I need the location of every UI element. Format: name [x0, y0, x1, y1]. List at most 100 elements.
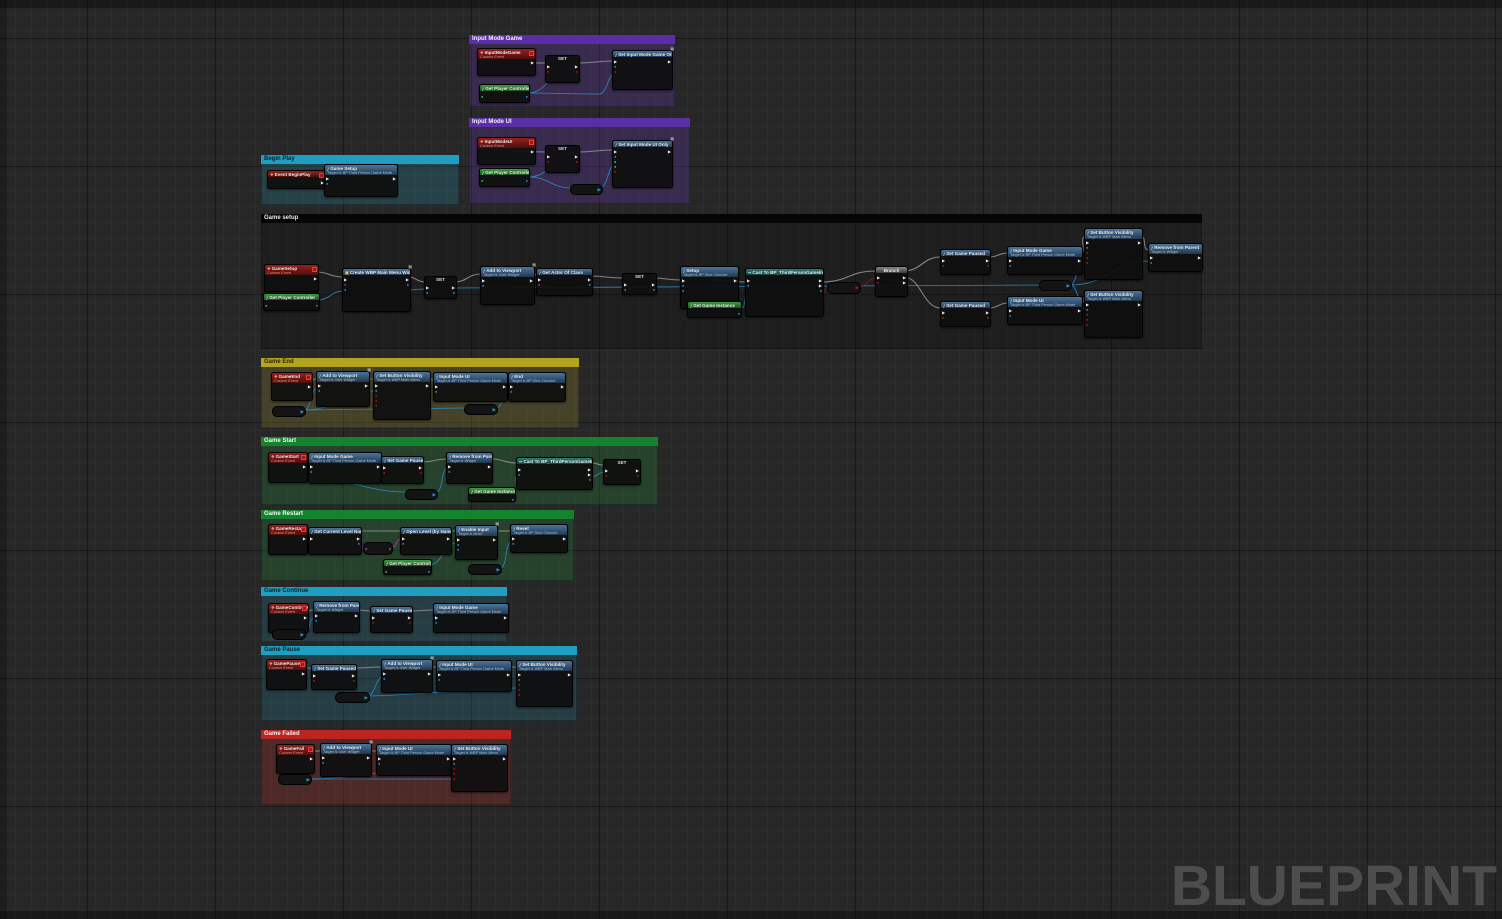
- event-node-gamestart[interactable]: ❖GameStartCustom Event▶: [268, 452, 308, 483]
- data-pin[interactable]: ●: [315, 619, 317, 623]
- data-pin[interactable]: ▶: [307, 777, 310, 782]
- data-pin[interactable]: ●: [372, 621, 374, 625]
- exec-pin[interactable]: ▶: [435, 385, 438, 389]
- exec-pin[interactable]: ▶: [510, 385, 513, 389]
- reroute-node[interactable]: ▶: [1039, 280, 1072, 291]
- exec-pin[interactable]: ▶: [1086, 303, 1089, 307]
- function-node-set-game-paused[interactable]: ƒSet Game Paused▶●▶●: [940, 249, 991, 275]
- exec-pin[interactable]: ▶: [314, 277, 317, 281]
- comment-title-bar[interactable]: Game setup: [261, 214, 1202, 223]
- data-pin[interactable]: ●: [637, 474, 639, 478]
- comment-title-bar[interactable]: Begin Play: [261, 155, 459, 164]
- data-pin[interactable]: ●: [344, 288, 346, 292]
- data-pin[interactable]: ●: [453, 777, 455, 781]
- data-pin[interactable]: ●: [316, 304, 318, 308]
- delegate-pin-icon[interactable]: [301, 527, 306, 532]
- exec-pin[interactable]: ▶: [1150, 256, 1153, 260]
- data-pin[interactable]: ●: [310, 470, 312, 474]
- data-pin[interactable]: ●: [383, 677, 385, 681]
- comment-title-bar[interactable]: Game Continue: [261, 587, 507, 596]
- exec-pin[interactable]: ▶: [942, 311, 945, 315]
- exec-pin[interactable]: ▶: [877, 276, 880, 280]
- data-pin[interactable]: ●: [435, 621, 437, 625]
- pure-function-node-get-player-controller[interactable]: ƒGet Player Controller●●: [263, 293, 320, 311]
- data-pin[interactable]: ●: [1086, 318, 1088, 322]
- data-pin[interactable]: ●: [482, 284, 484, 288]
- exec-pin[interactable]: ▶: [372, 616, 375, 620]
- data-pin[interactable]: ●: [1086, 251, 1088, 255]
- comment-title-bar[interactable]: Game Failed: [261, 730, 511, 739]
- data-pin[interactable]: ●: [1150, 261, 1152, 265]
- set-variable-node[interactable]: SET▶●▶●: [545, 55, 580, 83]
- function-node-set-button-visibility[interactable]: ƒSet Button VisibilityTarget is WBP Main…: [373, 371, 431, 420]
- data-pin[interactable]: ●: [512, 542, 514, 546]
- exec-pin[interactable]: ▶: [448, 465, 451, 469]
- exec-pin[interactable]: ▶: [942, 259, 945, 263]
- data-pin[interactable]: ▶: [497, 567, 500, 572]
- exec-pin[interactable]: ▶: [588, 473, 591, 477]
- exec-pin[interactable]: ▶: [426, 286, 429, 290]
- exec-pin[interactable]: ▶: [383, 672, 386, 676]
- data-pin[interactable]: ●: [457, 548, 459, 552]
- data-pin[interactable]: ●: [375, 399, 377, 403]
- data-pin[interactable]: ●: [375, 389, 377, 393]
- data-pin[interactable]: ●: [614, 160, 616, 164]
- exec-pin[interactable]: ▶: [355, 614, 358, 618]
- set-variable-node[interactable]: SET▶●▶●: [545, 145, 580, 173]
- exec-pin[interactable]: ▶: [1086, 241, 1089, 245]
- event-node-gameend[interactable]: ❖GameEndCustom Event▶: [271, 372, 313, 401]
- exec-pin[interactable]: ▶: [588, 278, 591, 282]
- function-node-set-button-visibility[interactable]: ƒSet Button VisibilityTarget is WBP Main…: [516, 660, 573, 707]
- exec-pin[interactable]: ▶: [352, 674, 355, 678]
- exec-pin[interactable]: ▶: [747, 279, 750, 283]
- exec-pin[interactable]: ▶: [636, 469, 639, 473]
- exec-pin[interactable]: ▶: [344, 278, 347, 282]
- exec-pin[interactable]: ▶: [512, 537, 515, 541]
- exec-pin[interactable]: ▶: [682, 279, 685, 283]
- exec-pin[interactable]: ▶: [614, 60, 617, 64]
- set-variable-node[interactable]: SET▶●▶●: [622, 273, 657, 295]
- exec-pin[interactable]: ▶: [393, 177, 396, 181]
- data-pin[interactable]: ●: [1086, 261, 1088, 265]
- data-pin[interactable]: ●: [353, 679, 355, 683]
- data-pin[interactable]: ●: [402, 542, 404, 546]
- function-node-input-mode-game[interactable]: ƒInput Mode GameTarget is BP Third Perso…: [308, 452, 382, 484]
- function-node-add-to-viewport[interactable]: ƒAdd to ViewportTarget is User Widget▦▶●…: [320, 743, 372, 777]
- data-pin[interactable]: ●: [624, 288, 626, 292]
- exec-pin[interactable]: ▶: [507, 673, 510, 677]
- exec-pin[interactable]: ▶: [668, 60, 671, 64]
- exec-pin[interactable]: ▶: [605, 469, 608, 473]
- pure-function-node-get-player-controller[interactable]: ƒGet Player Controller●●: [479, 84, 530, 103]
- exec-pin[interactable]: ▶: [357, 537, 360, 541]
- event-node-inputmodegame[interactable]: ❖InputModeGameCustom Event▶: [477, 48, 536, 76]
- data-pin[interactable]: ●: [526, 95, 528, 99]
- data-pin[interactable]: ●: [614, 70, 616, 74]
- data-pin[interactable]: ●: [1009, 314, 1011, 318]
- data-pin[interactable]: ●: [378, 762, 380, 766]
- exec-pin[interactable]: ▶: [531, 61, 534, 65]
- reroute-node[interactable]: ▶: [570, 184, 603, 195]
- data-pin[interactable]: ●: [576, 70, 578, 74]
- data-pin[interactable]: ●: [614, 170, 616, 174]
- exec-pin[interactable]: ▶: [367, 756, 370, 760]
- exec-pin[interactable]: ▶: [426, 384, 429, 388]
- data-pin[interactable]: ●: [389, 547, 391, 551]
- reroute-node[interactable]: ▶: [464, 404, 498, 415]
- exec-pin[interactable]: ▶: [303, 537, 306, 541]
- data-pin[interactable]: ●: [682, 284, 684, 288]
- set-variable-node[interactable]: SET▶●▶●: [603, 459, 641, 485]
- function-node-reset[interactable]: ƒResetTarget is BP Shot Chooser▶●▶: [510, 524, 568, 553]
- exec-pin[interactable]: ▶: [819, 279, 822, 283]
- comment-title-bar[interactable]: Game Pause: [261, 646, 577, 655]
- data-pin[interactable]: ●: [453, 767, 455, 771]
- reroute-node[interactable]: ▶: [468, 564, 502, 575]
- pure-function-node-get-player-controller[interactable]: ƒGet Player Controller●●: [479, 168, 530, 187]
- comment-title-bar[interactable]: Input Mode UI: [469, 118, 690, 127]
- exec-pin[interactable]: ▶: [504, 616, 507, 620]
- exec-pin[interactable]: ▶: [986, 259, 989, 263]
- exec-pin[interactable]: ▶: [1198, 256, 1201, 260]
- data-pin[interactable]: ●: [942, 264, 944, 268]
- exec-pin[interactable]: ▶: [547, 65, 550, 69]
- data-pin[interactable]: ●: [407, 283, 409, 287]
- function-node-input-mode-game[interactable]: ƒInput Mode GameTarget is BP Third Perso…: [1007, 246, 1083, 275]
